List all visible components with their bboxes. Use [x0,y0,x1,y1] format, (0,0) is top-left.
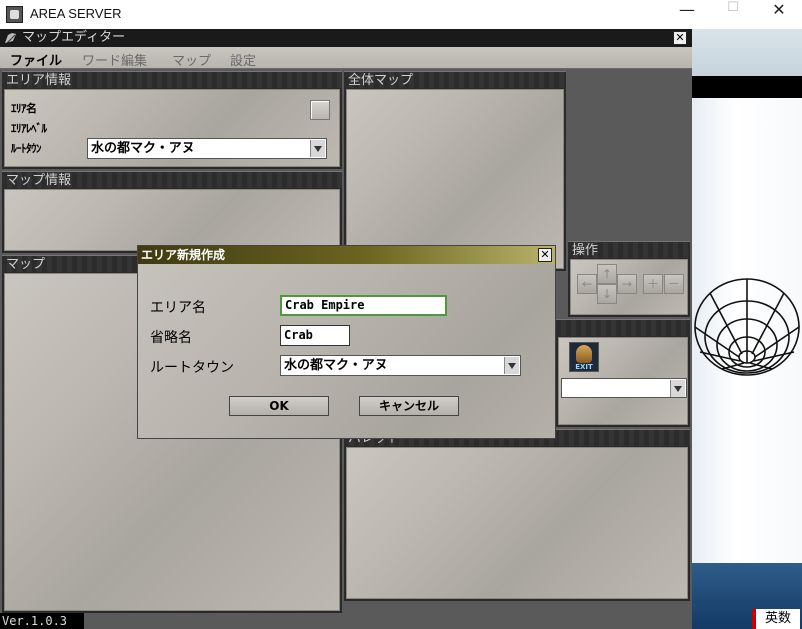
scroll-right-button[interactable]: → [617,274,637,294]
os-title-bar: AREA SERVER — ☐ ✕ [0,0,802,29]
chevron-down-icon [504,357,519,374]
maximize-button[interactable]: ☐ [710,0,756,29]
app-icon [6,6,23,23]
chevron-down-icon [310,140,325,157]
editor-title: マップエディター [22,30,126,45]
area-info-panel: エリア情報 ｴﾘｱ名 ｴﾘｱﾚﾍﾞﾙ ﾙｰﾄﾀｳﾝ 水の都マク・アヌ [2,71,342,169]
overview-map-canvas[interactable] [346,89,564,269]
overview-map-panel: 全体マップ [344,71,566,271]
object-panel: EXIT [556,319,690,427]
backdrop-sky [692,29,802,76]
exit-icon-label: EXIT [575,363,593,371]
version-label: Ver.1.0.3 [0,613,84,629]
palette-canvas[interactable] [346,447,688,599]
menu-map[interactable]: マップ [172,50,211,69]
ok-button[interactable]: OK [229,396,329,416]
abbreviation-label: 省略名 [150,330,192,346]
map-info-heading: マップ情報 [2,171,342,188]
object-body: EXIT [558,337,688,425]
menu-bar: ファイル ワード編集 マップ 設定 [0,47,692,69]
abbreviation-input[interactable]: Crab [280,325,350,346]
area-name-label: ｴﾘｱ名 [11,102,37,115]
exit-icon[interactable]: EXIT [569,342,599,372]
root-town-label: ルートタウン [150,360,234,376]
root-town-label: ﾙｰﾄﾀｳﾝ [11,142,42,155]
area-name-input[interactable]: Crab Empire [280,295,447,316]
operation-panel: 操作 ↑ ← → ↓ ＋ － [568,241,690,317]
chevron-down-icon [670,380,685,397]
game-backdrop [692,29,802,629]
root-town-value: 水の都マク・アヌ [91,141,195,156]
area-name-button[interactable] [310,100,330,120]
editor-close-button[interactable]: ✕ [673,31,687,45]
scroll-left-button[interactable]: ← [577,274,597,294]
dialog-title: エリア新規作成 [138,246,555,264]
cancel-button[interactable]: キャンセル [359,396,459,416]
operation-body: ↑ ← → ↓ ＋ － [570,259,688,315]
menu-settings[interactable]: 設定 [230,50,256,69]
root-town-select[interactable]: 水の都マク・アヌ [87,138,327,159]
area-name-label: エリア名 [150,300,206,316]
wireframe-sphere-icon [694,278,800,376]
zoom-in-button[interactable]: ＋ [643,274,663,294]
area-info-heading: エリア情報 [2,71,342,88]
ime-indicator[interactable]: 英数 [752,609,800,629]
menu-file[interactable]: ファイル [10,50,62,69]
map-info-panel: マップ情報 [2,171,342,253]
scroll-down-button[interactable]: ↓ [597,284,617,304]
operation-heading: 操作 [568,241,690,258]
root-town-select[interactable]: 水の都マク・アヌ [280,355,521,376]
root-town-value: 水の都マク・アヌ [284,358,388,373]
close-window-button[interactable]: ✕ [756,0,802,29]
map-info-body [4,189,340,251]
area-info-body: ｴﾘｱ名 ｴﾘｱﾚﾍﾞﾙ ﾙｰﾄﾀｳﾝ 水の都マク・アヌ [4,89,340,167]
overview-map-heading: 全体マップ [344,71,566,88]
editor-title-bar: マップエディター [0,29,692,47]
menu-word-edit[interactable]: ワード編集 [82,50,147,69]
object-select[interactable] [561,378,687,398]
dialog-close-button[interactable]: ✕ [538,248,552,262]
pen-icon [5,33,16,44]
scroll-up-button[interactable]: ↑ [597,264,617,284]
minimize-button[interactable]: — [664,0,710,29]
window-title: AREA SERVER [30,6,122,21]
area-level-label: ｴﾘｱﾚﾍﾞﾙ [11,122,47,135]
backdrop-band [692,76,802,98]
new-area-dialog: エリア新規作成 ✕ エリア名 Crab Empire 省略名 Crab ルートタ… [137,245,556,439]
object-heading [556,319,690,336]
app-area: マップエディター ✕ ファイル ワード編集 マップ 設定 エリア情報 ｴﾘｱ名 … [0,29,802,629]
palette-panel: パレット [344,429,690,601]
zoom-out-button[interactable]: － [664,274,684,294]
